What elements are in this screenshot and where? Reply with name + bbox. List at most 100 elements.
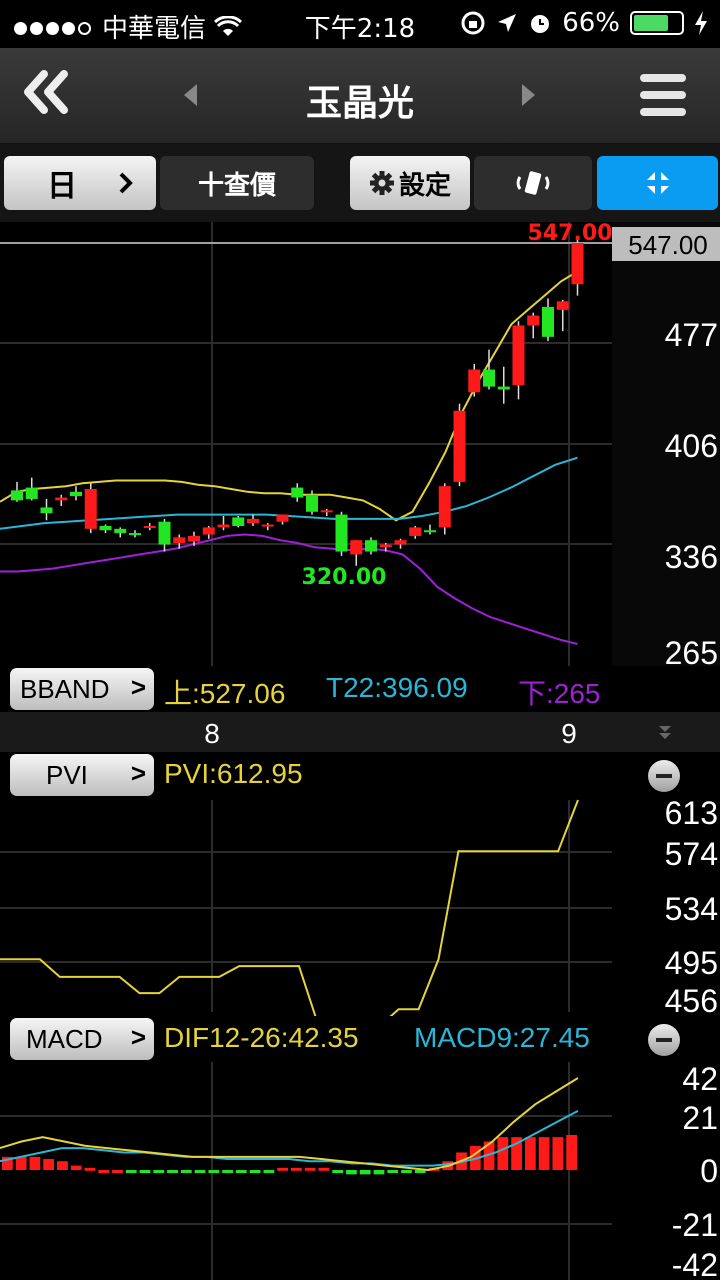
pvi-label: PVI (46, 759, 88, 790)
candle-body (542, 306, 554, 337)
macd-axis-label: -21 (672, 1207, 718, 1243)
remove-macd-button[interactable] (648, 1024, 680, 1056)
candle-body (379, 544, 392, 548)
pvi-axis-label: 613 (665, 795, 718, 831)
gear-icon (369, 171, 394, 195)
rotation-lock-icon (461, 11, 485, 35)
stock-title: 玉晶光 (305, 83, 414, 124)
macd-histogram-bar (332, 1170, 344, 1173)
fullscreen-toggle-button[interactable] (597, 156, 718, 210)
macd-histogram-bar (277, 1167, 288, 1171)
pvi-indicator-button[interactable]: PVI > (10, 754, 154, 796)
macd-histogram-bar (318, 1167, 330, 1171)
candle-body (438, 486, 451, 528)
chevron-right-icon (119, 172, 133, 194)
current-price-value: 547.00 (628, 230, 708, 260)
candle-body (394, 540, 407, 545)
macd-histogram-bar (304, 1167, 316, 1171)
settings-button[interactable]: 設定 (350, 156, 470, 210)
collapse-arrows-icon (646, 172, 669, 194)
macd-histogram-bar (222, 1170, 233, 1173)
pvi-axis-label: 574 (665, 836, 718, 872)
stock-chart[interactable]: 547.00 320.00 547.00 477 406 336 265 8 9… (0, 222, 720, 1280)
macd-header: MACD > DIF12-26:42.35 MACD9:27.45 (0, 1016, 720, 1062)
candle-body (202, 527, 215, 535)
macd-signal-text: MACD9:27.45 (414, 1022, 590, 1053)
candle-body (320, 510, 333, 513)
candle-body (409, 527, 422, 536)
candle-body (365, 540, 377, 552)
macd-indicator-button[interactable]: MACD > (10, 1018, 154, 1060)
rotate-button[interactable] (474, 156, 592, 210)
bband-upper-text: 上:527.06 (164, 678, 286, 709)
macd-histogram-bar (497, 1137, 509, 1170)
macd-histogram-bar (208, 1170, 220, 1173)
candle-body (99, 525, 112, 531)
high-price-label: 547.00 (528, 222, 613, 246)
candle-body (143, 525, 156, 528)
macd-histogram-bar (153, 1170, 165, 1173)
macd-histogram-bar (566, 1134, 577, 1170)
macd-histogram-bar (112, 1170, 123, 1173)
chevron-right-icon: > (130, 758, 146, 788)
macd-histogram-bar (373, 1170, 385, 1175)
candle-body (276, 514, 289, 522)
macd-histogram-bar (538, 1137, 550, 1170)
candle-body (55, 497, 68, 501)
macd-histogram-bar (125, 1170, 137, 1173)
pvi-axis-label: 495 (665, 945, 718, 981)
macd-histogram-bar (346, 1170, 357, 1175)
macd-histogram-bar (249, 1170, 261, 1173)
candle-body (468, 369, 481, 393)
macd-histogram-bar (139, 1170, 151, 1173)
period-label: 日 (47, 169, 77, 204)
navigation-bar: 玉晶光 (0, 48, 720, 144)
next-stock-arrow-icon[interactable] (522, 84, 535, 106)
macd-axis-label: 42 (682, 1061, 718, 1097)
macd-histogram-bar (401, 1170, 412, 1173)
charging-bolt-icon (695, 11, 707, 35)
period-selector-button[interactable]: 日 (4, 156, 156, 210)
macd-histogram-bar (194, 1170, 206, 1173)
candle-body (114, 528, 127, 534)
macd-histogram-bar (359, 1170, 371, 1175)
macd-histogram-bar (84, 1167, 96, 1171)
battery-percentage: 66% (562, 8, 620, 38)
date-label: 9 (561, 718, 577, 749)
macd-histogram-bar (29, 1156, 41, 1170)
macd-axis-label: 0 (700, 1153, 718, 1189)
candle-body (571, 243, 584, 285)
macd-histogram-bar (552, 1137, 564, 1170)
settings-label: 設定 (398, 170, 451, 201)
macd-histogram-bar (98, 1170, 110, 1173)
candle-body (173, 537, 186, 544)
bband-header-sep (612, 666, 720, 712)
price-query-button[interactable]: 十查價 (160, 156, 314, 210)
candle-body (158, 521, 171, 545)
battery-icon (630, 11, 684, 35)
price-axis-label: 336 (665, 539, 718, 575)
hamburger-menu-icon[interactable] (640, 74, 686, 125)
candle-body (217, 524, 230, 528)
pvi-header: PVI > PVI:612.95 (0, 752, 720, 798)
low-price-label: 320.00 (302, 565, 387, 590)
bband-label: BBAND (20, 673, 110, 704)
chevron-right-icon: > (130, 672, 146, 702)
macd-histogram-bar (57, 1161, 68, 1170)
candle-body (306, 494, 318, 512)
candle-body (527, 315, 540, 326)
macd-histogram-bar (524, 1137, 536, 1170)
candle-body (247, 518, 259, 524)
candle-body (556, 301, 569, 310)
status-bar: 中華電信 下午2:18 66% (0, 0, 720, 48)
bband-indicator-button[interactable]: BBAND > (10, 668, 154, 710)
location-arrow-icon (498, 14, 517, 32)
macd-histogram-bar (180, 1170, 192, 1173)
candle-body (70, 491, 82, 497)
pvi-axis-label: 456 (665, 983, 718, 1019)
date-label: 8 (204, 718, 220, 749)
macd-histogram-bar (387, 1170, 399, 1173)
candle-body (335, 514, 348, 552)
remove-pvi-button[interactable] (648, 760, 680, 792)
candle-body (129, 533, 141, 536)
